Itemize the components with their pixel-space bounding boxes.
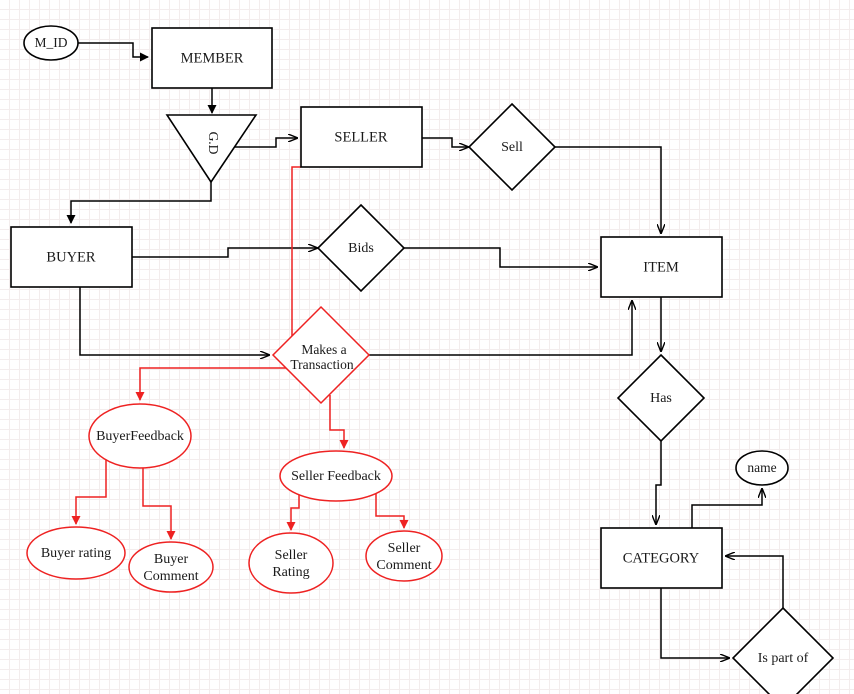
- relationship-is-part-of[interactable]: Is part of: [731, 606, 835, 694]
- connection-makes-transaction-to-item: [369, 301, 632, 356]
- relationship-sell[interactable]: Sell: [467, 102, 557, 192]
- connection-buyer-to-makes-transaction: [79, 287, 269, 355]
- connection-buyer-feedback-to-buyer-rating: [71, 458, 107, 525]
- attribute-buyer-rating-label: Buyer rating: [41, 546, 111, 561]
- connection-category-to-is-part-of: [660, 588, 729, 658]
- connection-gd-to-buyer: [66, 160, 212, 224]
- connection-makes-transaction-to-seller-feedback: [329, 395, 349, 449]
- connection-has-to-category: [656, 441, 662, 524]
- relationship-bids-label: Bids: [348, 241, 374, 256]
- er-diagram-svg: MEMBER SELLER BUYER ITEM CATEGORY G.D Se…: [10, 25, 835, 694]
- connection-seller-feedback-to-seller-comment: [375, 494, 409, 529]
- relationship-has[interactable]: Has: [616, 353, 706, 443]
- relationship-sell-label: Sell: [501, 140, 523, 155]
- specialization-gd-label: G.D: [206, 132, 221, 155]
- entity-category-label: CATEGORY: [623, 550, 700, 566]
- attribute-m-id[interactable]: M_ID: [23, 25, 79, 61]
- attribute-seller-comment-label-line2: Comment: [376, 558, 431, 573]
- entity-member[interactable]: MEMBER: [151, 27, 273, 89]
- attribute-seller-feedback-label: Seller Feedback: [291, 469, 381, 484]
- connection-category-to-name: [691, 489, 762, 528]
- connection-m-id-to-member: [78, 42, 149, 62]
- entity-buyer[interactable]: BUYER: [10, 226, 133, 288]
- connection-bids-to-item: [404, 247, 597, 267]
- connection-buyer-feedback-to-buyer-comment: [142, 468, 176, 540]
- relationship-has-label: Has: [650, 391, 672, 406]
- attribute-seller-feedback[interactable]: Seller Feedback: [279, 450, 393, 502]
- attribute-buyer-feedback-label: BuyerFeedback: [96, 429, 184, 444]
- relationship-bids[interactable]: Bids: [316, 203, 406, 293]
- connection-gd-to-seller: [233, 138, 297, 148]
- attribute-seller-comment-label-line1: Seller: [388, 541, 421, 556]
- attribute-name-label: name: [747, 460, 776, 475]
- connection-makes-transaction-to-buyer-feedback: [135, 367, 287, 401]
- connection-seller-to-sell: [422, 137, 468, 147]
- relationship-makes-a-transaction[interactable]: Makes a Transaction: [271, 305, 371, 405]
- specialization-triangle-gd[interactable]: G.D: [165, 114, 258, 184]
- entity-member-label: MEMBER: [181, 50, 244, 66]
- attribute-buyer-comment-label-line2: Comment: [143, 569, 198, 584]
- relationship-makes-a-transaction-label-line1: Makes a: [301, 342, 346, 357]
- attribute-m-id-label: M_ID: [35, 35, 68, 50]
- connection-buyer-to-bids: [132, 248, 317, 258]
- entity-buyer-label: BUYER: [46, 249, 95, 265]
- entity-category[interactable]: CATEGORY: [600, 527, 723, 589]
- entity-seller[interactable]: SELLER: [300, 106, 423, 168]
- connection-is-part-of-to-category: [726, 556, 784, 608]
- attribute-buyer-feedback[interactable]: BuyerFeedback: [88, 403, 192, 469]
- attribute-seller-rating-label-line1: Seller: [275, 548, 308, 563]
- connection-sell-to-item: [555, 146, 661, 233]
- entity-item-label: ITEM: [643, 259, 679, 275]
- connection-seller-feedback-to-seller-rating: [286, 494, 300, 531]
- er-diagram-canvas: MEMBER SELLER BUYER ITEM CATEGORY G.D Se…: [0, 0, 854, 694]
- attribute-seller-rating[interactable]: Seller Rating: [248, 532, 334, 594]
- attribute-seller-rating-label-line2: Rating: [272, 565, 309, 580]
- attribute-buyer-comment-label-line1: Buyer: [154, 552, 189, 567]
- attribute-buyer-rating[interactable]: Buyer rating: [26, 526, 126, 580]
- attribute-seller-comment[interactable]: Seller Comment: [365, 530, 443, 582]
- relationship-makes-a-transaction-label-line2: Transaction: [290, 357, 353, 372]
- entity-seller-label: SELLER: [334, 129, 387, 145]
- attribute-name[interactable]: name: [735, 450, 789, 486]
- attribute-buyer-comment[interactable]: Buyer Comment: [128, 541, 214, 593]
- relationship-is-part-of-label: Is part of: [758, 651, 809, 666]
- entity-item[interactable]: ITEM: [600, 236, 723, 298]
